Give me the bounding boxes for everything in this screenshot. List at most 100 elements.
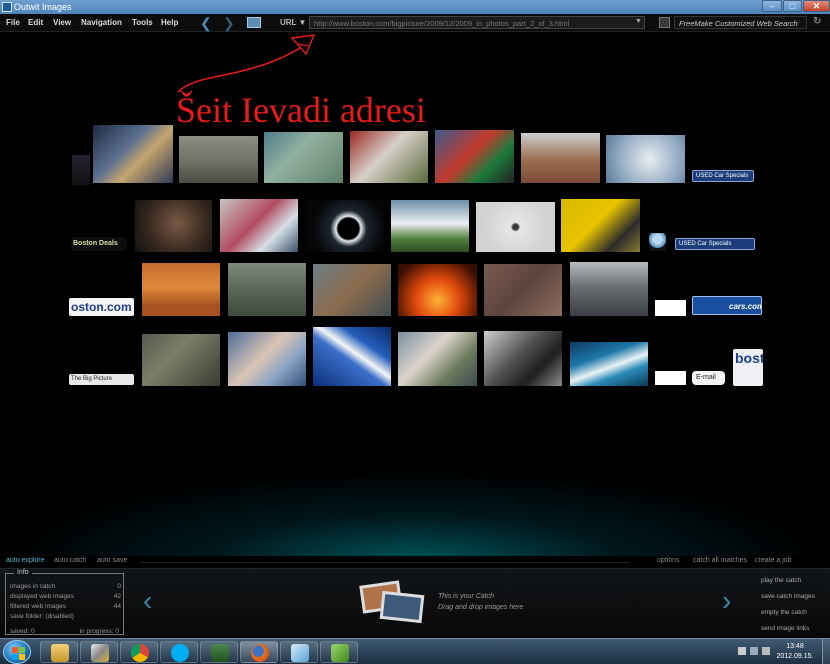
app-icon bbox=[211, 644, 229, 662]
taskbar-explorer[interactable] bbox=[40, 641, 78, 663]
skype-icon bbox=[171, 644, 189, 662]
info-label: save folder: (disabled) bbox=[10, 613, 74, 620]
url-label[interactable]: URL ▼ bbox=[280, 18, 306, 27]
ad-banner-cars-com[interactable]: cars.com bbox=[692, 296, 762, 315]
taskbar-app-5[interactable] bbox=[200, 641, 238, 663]
image-thumbnail[interactable] bbox=[521, 133, 600, 183]
image-thumbnail[interactable] bbox=[484, 264, 562, 316]
network-icon[interactable] bbox=[750, 647, 758, 655]
catch-scroll-right-icon[interactable]: › bbox=[722, 587, 731, 615]
empty-catch-button[interactable]: empty the catch bbox=[761, 609, 807, 616]
divider bbox=[140, 562, 630, 563]
image-thumbnail[interactable] bbox=[179, 136, 258, 183]
in-progress-count: in progress: 0 bbox=[79, 628, 119, 635]
ad-button-email[interactable]: E-mail bbox=[692, 371, 725, 385]
show-desktop-button[interactable] bbox=[822, 639, 830, 664]
title-bar: Outwit Images – □ ✕ bbox=[0, 0, 830, 14]
menu-view[interactable]: View bbox=[53, 18, 71, 27]
send-image-links-button[interactable]: send image links bbox=[761, 625, 809, 632]
image-thumbnail[interactable] bbox=[398, 264, 477, 316]
create-job-button[interactable]: create a job bbox=[755, 557, 792, 564]
info-value: 0 bbox=[117, 583, 121, 590]
image-thumbnail[interactable] bbox=[313, 264, 391, 316]
image-thumbnail[interactable] bbox=[398, 332, 477, 386]
auto-catch-toggle[interactable]: auto catch bbox=[54, 557, 86, 564]
image-thumbnail[interactable] bbox=[391, 200, 469, 252]
bottom-toolbar: auto explore auto catch auto save option… bbox=[0, 556, 830, 568]
refresh-icon[interactable]: ↻ bbox=[813, 16, 821, 27]
taskbar-chrome[interactable] bbox=[120, 641, 158, 663]
taskbar-firefox[interactable] bbox=[240, 641, 278, 663]
image-thumbnail[interactable] bbox=[228, 332, 306, 386]
image-thumbnail[interactable] bbox=[606, 135, 685, 183]
ad-banner-used-car-2[interactable]: USED Car Specials bbox=[675, 238, 755, 250]
image-thumbnail[interactable] bbox=[220, 199, 298, 252]
ad-banner-used-car[interactable]: USED Car Specials bbox=[692, 170, 754, 182]
menu-tools[interactable]: Tools bbox=[132, 18, 153, 27]
search-input[interactable]: FreeMake Customized Web Search bbox=[674, 16, 807, 29]
ad-banner-big-picture[interactable]: The Big Picture bbox=[69, 374, 134, 385]
options-button[interactable]: options bbox=[657, 557, 680, 564]
taskbar-skype[interactable] bbox=[160, 641, 198, 663]
info-value: 44 bbox=[113, 603, 121, 610]
url-input[interactable]: http://www.boston.com/bigpicture/2009/12… bbox=[309, 16, 645, 29]
back-arrow-icon[interactable]: ❮ bbox=[200, 15, 212, 32]
volume-icon[interactable] bbox=[762, 647, 770, 655]
image-thumbnail[interactable] bbox=[305, 200, 384, 252]
menu-edit[interactable]: Edit bbox=[28, 18, 43, 27]
page-icon[interactable] bbox=[247, 17, 261, 28]
catch-scroll-left-icon[interactable]: ‹ bbox=[143, 587, 152, 615]
start-button[interactable] bbox=[3, 640, 31, 664]
maximize-button[interactable]: □ bbox=[783, 0, 802, 12]
menu-file[interactable]: File bbox=[6, 18, 20, 27]
saved-count: saved: 0 bbox=[10, 628, 35, 635]
menu-navigation[interactable]: Navigation bbox=[81, 18, 122, 27]
close-button[interactable]: ✕ bbox=[803, 0, 830, 12]
image-thumbnail[interactable] bbox=[228, 263, 306, 316]
image-thumbnail[interactable] bbox=[142, 334, 220, 386]
taskbar-app-2[interactable] bbox=[80, 641, 118, 663]
menu-bar: File Edit View Navigation Tools Help ❮ ❯… bbox=[0, 14, 830, 32]
image-thumbnail[interactable] bbox=[484, 331, 562, 386]
window-title: Outwit Images bbox=[14, 2, 72, 12]
info-label: images in catch bbox=[10, 583, 56, 590]
ad-banner-boston-partial[interactable]: bost bbox=[733, 349, 763, 386]
image-thumbnail[interactable] bbox=[93, 125, 173, 183]
info-row: displayed web images 42 bbox=[10, 593, 121, 600]
image-thumbnail[interactable] bbox=[561, 199, 640, 252]
windows-logo-icon bbox=[19, 647, 25, 653]
auto-explore-toggle[interactable]: auto explore bbox=[6, 557, 45, 564]
search-icon[interactable] bbox=[659, 17, 670, 28]
ad-banner-boston-com[interactable]: oston.com bbox=[69, 298, 134, 316]
app-icon bbox=[91, 644, 109, 662]
clock-time[interactable]: 13:48 bbox=[775, 643, 815, 650]
image-thumbnail[interactable] bbox=[570, 262, 648, 316]
save-catch-images-button[interactable]: save catch images bbox=[761, 593, 815, 600]
auto-save-toggle[interactable]: auto save bbox=[97, 557, 127, 564]
taskbar-app-8[interactable] bbox=[320, 641, 358, 663]
menu-help[interactable]: Help bbox=[161, 18, 178, 27]
catch-all-matches-button[interactable]: catch all matches bbox=[693, 557, 747, 564]
windows-logo-icon bbox=[12, 647, 18, 653]
image-thumbnail[interactable] bbox=[570, 342, 648, 386]
image-thumbnail[interactable] bbox=[476, 202, 555, 252]
image-thumbnail[interactable] bbox=[142, 263, 220, 316]
ad-banner-boston-deals[interactable]: Boston Deals bbox=[71, 237, 127, 251]
catch-panel: Info images in catch 0 displayed web ima… bbox=[0, 568, 830, 637]
blank-thumbnail[interactable] bbox=[655, 371, 686, 385]
tray-icon[interactable] bbox=[738, 647, 746, 655]
image-thumbnail[interactable] bbox=[435, 130, 514, 183]
image-thumbnail[interactable] bbox=[135, 200, 212, 252]
image-thumbnail[interactable] bbox=[72, 155, 90, 185]
image-thumbnail[interactable] bbox=[350, 131, 428, 183]
clock-date[interactable]: 2012.09.15. bbox=[772, 653, 818, 660]
forward-arrow-icon[interactable]: ❯ bbox=[223, 15, 235, 32]
chevron-down-icon[interactable]: ▼ bbox=[635, 18, 642, 25]
image-thumbnail[interactable] bbox=[264, 132, 343, 183]
taskbar-app-7[interactable] bbox=[280, 641, 318, 663]
image-thumbnail[interactable] bbox=[313, 327, 391, 386]
play-catch-button[interactable]: play the catch bbox=[761, 577, 801, 584]
firefox-icon bbox=[251, 644, 269, 662]
blank-thumbnail[interactable] bbox=[655, 300, 686, 316]
minimize-button[interactable]: – bbox=[762, 0, 782, 12]
